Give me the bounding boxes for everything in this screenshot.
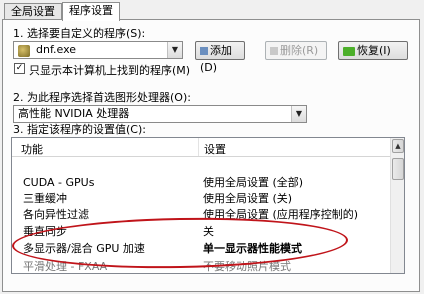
delete-icon	[270, 47, 278, 55]
tab-bar: 全局设置 程序设置	[4, 2, 120, 21]
step2-label: 2. 为此程序选择首选图形处理器(O):	[13, 91, 191, 104]
table-row[interactable]: 三重缓冲 使用全局设置 (关)	[12, 191, 391, 207]
chevron-down-icon[interactable]: ▼	[291, 106, 306, 122]
only-local-programs-checkbox[interactable]: ✓	[14, 63, 25, 74]
scroll-thumb[interactable]	[392, 158, 404, 180]
chevron-down-icon[interactable]: ▼	[167, 42, 182, 58]
table-header: 功能 设置	[12, 138, 391, 157]
table-row[interactable]: CUDA - GPUs 使用全局设置 (全部)	[12, 175, 391, 191]
delete-button[interactable]: 删除(R)	[265, 41, 327, 60]
program-select[interactable]: dnf.exe ▼	[13, 41, 183, 59]
program-app-icon	[18, 45, 30, 57]
column-header-setting[interactable]: 设置	[204, 141, 226, 157]
gpu-value: 高性能 NVIDIA 处理器	[18, 107, 130, 120]
step3-label: 3. 指定该程序的设置值(C):	[13, 123, 146, 136]
step1-label: 1. 选择要自定义的程序(S):	[13, 27, 146, 40]
column-divider[interactable]	[198, 138, 199, 156]
table-scrollbar[interactable]: ▲	[390, 138, 404, 273]
only-local-programs-label: 只显示本计算机上找到的程序(M)	[29, 64, 191, 77]
scroll-up-icon[interactable]: ▲	[392, 139, 404, 153]
tab-program-settings[interactable]: 程序设置	[62, 2, 120, 21]
column-header-feature[interactable]: 功能	[21, 141, 43, 157]
add-button[interactable]: 添加(D)	[195, 41, 245, 74]
restore-button[interactable]: 恢复(I)	[338, 41, 408, 60]
add-icon	[200, 47, 208, 55]
restore-icon	[343, 46, 355, 56]
tab-global-settings[interactable]: 全局设置	[4, 3, 62, 20]
